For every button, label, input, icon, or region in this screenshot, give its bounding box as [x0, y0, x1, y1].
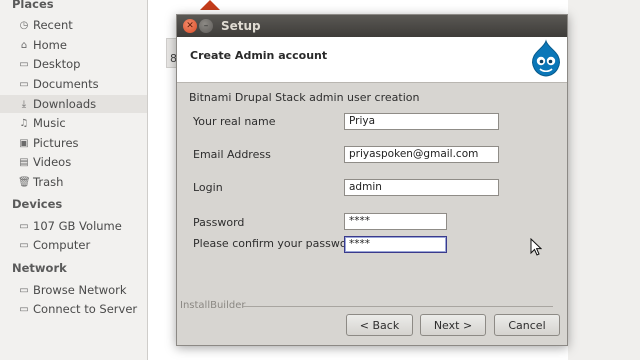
- places-header: Places: [12, 0, 54, 11]
- password-input[interactable]: ****: [344, 213, 447, 230]
- sidebar-item-computer[interactable]: ▭ Computer: [18, 236, 148, 254]
- minimize-icon[interactable]: –: [199, 19, 213, 33]
- cancel-button[interactable]: Cancel: [494, 314, 560, 336]
- drupal-logo-icon: [532, 39, 560, 77]
- sidebar-item-recent[interactable]: ◷ Recent: [18, 16, 148, 34]
- music-icon: ♫: [19, 117, 29, 129]
- sidebar-item-label: Trash: [33, 175, 64, 189]
- sidebar-item-label: Desktop: [33, 57, 81, 71]
- clock-icon: ◷: [19, 19, 29, 31]
- desktop-folder-icon: ▭: [19, 58, 29, 70]
- confirm-password-input[interactable]: ****: [344, 236, 447, 253]
- sidebar-item-music[interactable]: ♫ Music: [18, 114, 148, 132]
- sidebar-item-pictures[interactable]: ▣ Pictures: [18, 134, 148, 152]
- documents-folder-icon: ▭: [19, 78, 29, 90]
- sidebar-item-trash[interactable]: 🗑 Trash: [18, 173, 148, 191]
- computer-icon: ▭: [19, 239, 29, 251]
- real-name-label: Your real name: [193, 115, 276, 128]
- sidebar-item-label: Connect to Server: [33, 302, 138, 316]
- dialog-titlebar[interactable]: ✕ – Setup: [177, 15, 567, 37]
- download-icon: ⤓: [21, 98, 27, 110]
- sidebar-item-browse-network[interactable]: ▭ Browse Network: [18, 281, 148, 299]
- sidebar-item-volume[interactable]: ▭ 107 GB Volume: [18, 217, 148, 235]
- background-tab-marker: [200, 0, 220, 10]
- footer-divider: [243, 306, 553, 307]
- sidebar-item-label: Videos: [33, 155, 72, 169]
- sidebar-item-home[interactable]: ⌂ Home: [18, 36, 148, 54]
- dialog-banner: Create Admin account: [177, 37, 567, 83]
- sidebar-item-label: Computer: [33, 238, 91, 252]
- sidebar-item-label: Home: [33, 38, 67, 52]
- close-icon[interactable]: ✕: [183, 19, 197, 33]
- pictures-icon: ▣: [19, 137, 29, 149]
- sidebar-item-label: Pictures: [33, 136, 79, 150]
- login-input[interactable]: admin: [344, 179, 499, 196]
- sidebar-item-label: 107 GB Volume: [33, 219, 122, 233]
- password-label: Password: [193, 216, 245, 229]
- server-icon: ▭: [19, 303, 29, 315]
- confirm-password-label: Please confirm your password: [193, 237, 358, 250]
- trash-icon: 🗑: [18, 176, 31, 188]
- next-button[interactable]: Next >: [420, 314, 486, 336]
- home-icon: ⌂: [20, 39, 28, 51]
- sidebar-item-connect-server[interactable]: ▭ Connect to Server: [18, 300, 148, 318]
- sidebar-item-desktop[interactable]: ▭ Desktop: [18, 55, 148, 73]
- videos-icon: ▤: [19, 156, 29, 168]
- window-title: Setup: [221, 19, 261, 33]
- email-input[interactable]: priyaspoken@gmail.com: [344, 146, 499, 163]
- page-title: Create Admin account: [190, 49, 328, 62]
- sidebar-item-videos[interactable]: ▤ Videos: [18, 153, 148, 171]
- mouse-pointer-icon: [530, 238, 542, 256]
- devices-header: Devices: [12, 197, 63, 211]
- back-button[interactable]: < Back: [346, 314, 413, 336]
- login-label: Login: [193, 181, 223, 194]
- installbuilder-label: InstallBuilder: [180, 300, 246, 311]
- background-window-edge: [568, 0, 640, 360]
- network-icon: ▭: [19, 284, 29, 296]
- email-label: Email Address: [193, 148, 271, 161]
- sidebar-item-downloads[interactable]: ⤓ Downloads: [0, 95, 147, 113]
- sidebar-item-label: Browse Network: [33, 283, 127, 297]
- sidebar-item-label: Music: [33, 116, 66, 130]
- sidebar-item-label: Downloads: [33, 97, 97, 111]
- setup-dialog: ✕ – Setup Create Admin account Bitnami D…: [176, 14, 568, 346]
- dialog-subtitle: Bitnami Drupal Stack admin user creation: [189, 91, 420, 104]
- sidebar-item-label: Recent: [33, 18, 73, 32]
- sidebar-item-documents[interactable]: ▭ Documents: [18, 75, 148, 93]
- network-header: Network: [12, 261, 67, 275]
- file-manager-sidebar: Places ◷ Recent ⌂ Home ▭ Desktop ▭ Docum…: [0, 0, 148, 360]
- real-name-input[interactable]: Priya: [344, 113, 499, 130]
- drive-icon: ▭: [19, 220, 29, 232]
- sidebar-item-label: Documents: [33, 77, 99, 91]
